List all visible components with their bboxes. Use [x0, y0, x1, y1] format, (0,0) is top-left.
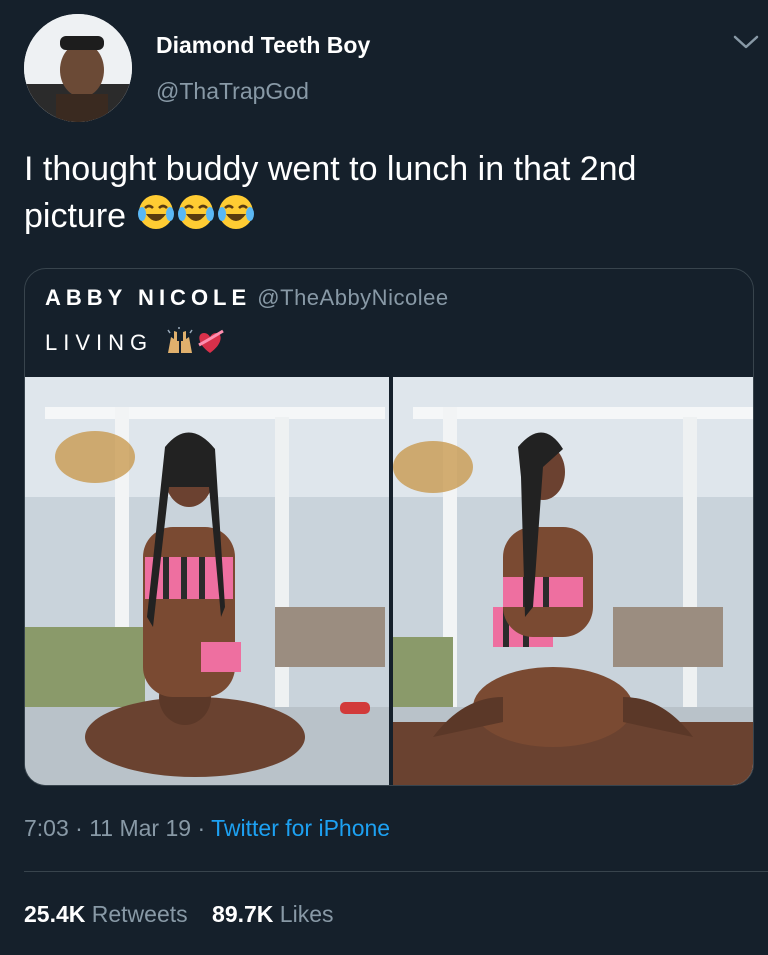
tweet-date: 11 Mar 19: [89, 815, 192, 841]
chevron-down-icon[interactable]: [730, 30, 762, 54]
user-handle[interactable]: @ThaTrapGod: [156, 78, 309, 105]
quoted-tweet-header: ABBY NICOLE @TheAbbyNicolee: [45, 285, 449, 311]
face-with-tears-of-joy-icon: [176, 192, 216, 244]
quoted-tweet[interactable]: ABBY NICOLE @TheAbbyNicolee LIVING: [24, 268, 754, 786]
quoted-tweet-media: [25, 377, 753, 785]
face-with-tears-of-joy-icon: [136, 192, 176, 244]
tweet-source-link[interactable]: Twitter for iPhone: [211, 815, 390, 841]
avatar[interactable]: [24, 14, 132, 122]
tweet-text: I thought buddy went to lunch in that 2n…: [24, 146, 744, 244]
quoted-display-name: ABBY NICOLE: [45, 285, 252, 310]
quoted-tweet-text: LIVING: [45, 327, 225, 361]
quoted-text-content: LIVING: [45, 329, 154, 355]
tweet-text-content: I thought buddy went to lunch in that 2n…: [24, 150, 637, 235]
tweet-photo[interactable]: [25, 377, 389, 785]
tweet-stats: 25.4K Retweets 89.7K Likes: [24, 901, 352, 928]
retweets-stat[interactable]: 25.4K Retweets: [24, 901, 188, 927]
quoted-user-handle: @TheAbbyNicolee: [257, 285, 449, 310]
divider: [24, 871, 768, 872]
tweet-meta: 7:03 · 11 Mar 19 · Twitter for iPhone: [24, 815, 390, 842]
likes-count: 89.7K: [212, 901, 274, 927]
separator: ·: [75, 815, 83, 841]
retweets-label: Retweets: [91, 901, 188, 927]
heart-with-ribbon-icon: [195, 327, 225, 361]
likes-stat[interactable]: 89.7K Likes: [212, 901, 333, 927]
face-with-tears-of-joy-icon: [216, 192, 256, 244]
separator: ·: [197, 815, 206, 841]
retweets-count: 25.4K: [24, 901, 86, 927]
display-name[interactable]: Diamond Teeth Boy: [156, 32, 370, 59]
raising-hands-icon: [165, 327, 195, 361]
likes-label: Likes: [279, 901, 334, 927]
tweet-photo[interactable]: [393, 377, 753, 785]
tweet-time: 7:03: [24, 815, 69, 841]
